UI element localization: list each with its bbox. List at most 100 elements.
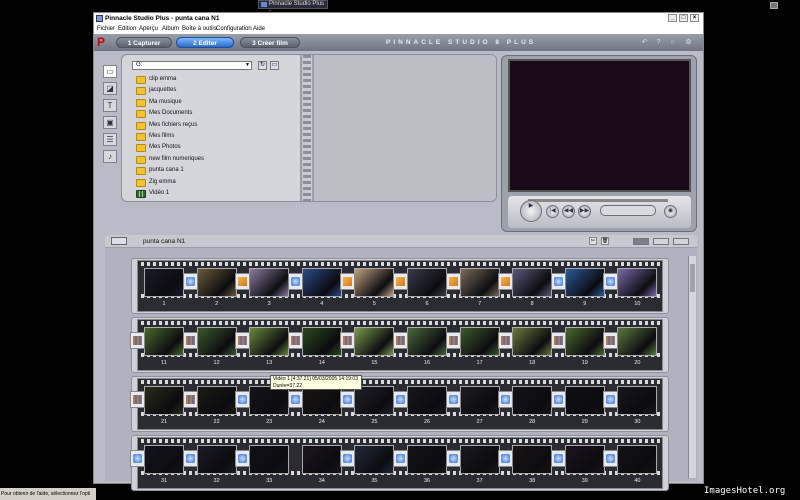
time-counter[interactable] [600,205,656,216]
folder-item[interactable]: punta cana 1 [134,165,294,176]
transition-icon[interactable] [550,391,566,408]
clip-thumbnail[interactable] [354,445,395,474]
clip-thumbnail[interactable] [512,386,553,415]
titles-tab-icon[interactable]: T [103,99,117,112]
transition-icon[interactable] [603,450,619,467]
transition-icon[interactable] [445,332,461,349]
tab-editer[interactable]: 2 Editer [176,37,234,48]
clip-thumbnail[interactable] [196,327,237,356]
undo-icon[interactable]: ↶ [640,38,649,47]
clip-thumbnail[interactable] [459,386,500,415]
minimize-button[interactable]: _ [668,14,677,22]
transition-icon[interactable] [340,450,356,467]
clip-thumbnail[interactable] [512,445,553,474]
transition-icon[interactable] [287,273,303,290]
transition-icon[interactable] [393,391,408,408]
clip-thumbnail[interactable] [564,268,605,297]
clip-thumbnail[interactable] [407,445,447,474]
view-toggle-button[interactable]: ▭ [270,61,279,70]
scrubber-bar[interactable] [528,199,668,202]
clip-thumbnail[interactable] [407,386,447,415]
redo-icon[interactable]: ? [654,38,663,47]
help-icon[interactable]: ○ [668,38,677,47]
transitions-tab-icon[interactable]: ◪ [103,82,117,95]
clip-thumbnail[interactable] [512,268,553,297]
folder-item[interactable]: Mes films [134,131,294,142]
menu-fichier[interactable]: Fichier [97,24,115,34]
clip-thumbnail[interactable] [196,268,237,297]
transition-icon[interactable] [182,332,198,349]
clip-thumbnail[interactable] [459,268,500,297]
storyboard-cell[interactable]: 30 [603,379,664,431]
transition-icon[interactable] [603,332,619,349]
transition-icon[interactable] [393,273,408,290]
settings-icon[interactable]: ⚙ [684,38,693,47]
delete-clip-icon[interactable]: 🗑 [601,237,609,245]
storyboard-cell[interactable]: 20 [603,320,664,372]
clip-thumbnail[interactable] [564,386,605,415]
transition-icon[interactable] [235,391,251,408]
transition-icon[interactable] [498,273,514,290]
tab-capturer[interactable]: 1 Capturer [116,37,172,48]
transition-icon[interactable] [550,273,566,290]
clip-thumbnail[interactable] [617,327,658,356]
forward-button[interactable]: ▶▶ [578,205,591,218]
clip-thumbnail[interactable] [459,327,500,356]
photos-tab-icon[interactable]: ▣ [103,116,117,129]
system-tray-icon[interactable] [770,2,778,9]
close-button[interactable]: × [690,14,699,22]
menu-album[interactable]: Album [162,24,179,34]
folder-item[interactable]: Zig emma [134,177,294,188]
menu-configuration[interactable]: Configuration [216,24,252,34]
transition-icon[interactable] [393,332,408,349]
transition-icon[interactable] [550,332,566,349]
folder-select[interactable]: G: ▼ [132,61,252,70]
folder-item[interactable]: jacquettes [134,85,294,96]
clip-thumbnail[interactable] [249,445,290,474]
video-file-item[interactable]: Vidéo 1 [134,188,294,199]
clip-thumbnail[interactable] [301,327,342,356]
clip-thumbnail[interactable] [196,386,237,415]
storyboard-cell[interactable]: 40 [603,438,664,490]
transition-icon[interactable] [550,450,566,467]
transition-icon[interactable] [498,450,514,467]
transition-icon[interactable] [340,391,356,408]
transition-icon[interactable] [182,391,198,408]
transition-icon[interactable] [130,391,145,408]
transition-icon[interactable] [445,450,461,467]
storyboard-scrollbar[interactable] [688,256,696,478]
timeline-view-button[interactable] [653,238,669,245]
folder-item[interactable]: clip emma [134,74,294,85]
clip-thumbnail[interactable] [144,268,184,297]
transition-icon[interactable] [235,273,251,290]
clip-thumbnail[interactable] [301,268,342,297]
transition-icon[interactable] [182,273,198,290]
storyboard-cell[interactable]: 10 [603,261,664,313]
scrollbar-thumb[interactable] [690,264,695,292]
transition-icon[interactable] [340,273,356,290]
transition-icon[interactable] [340,332,356,349]
transition-icon[interactable] [445,273,461,290]
taskbar-button[interactable]: Pinnacle Studio Plus - [258,0,328,14]
menu-edition[interactable]: Edition [118,24,136,34]
text-view-button[interactable] [673,238,689,245]
go-start-button[interactable]: |◀ [546,205,559,218]
storyboard-cell[interactable]: 33 [235,438,296,490]
transition-icon[interactable] [235,450,251,467]
clip-thumbnail[interactable] [301,386,342,415]
transition-icon[interactable] [287,391,303,408]
transition-icon[interactable] [445,391,461,408]
menu-aide[interactable]: Aide [253,24,265,34]
clip-thumbnail[interactable] [144,445,184,474]
folder-item[interactable]: new film numeriques [134,154,294,165]
maximize-button[interactable]: □ [679,14,688,22]
clip-thumbnail[interactable] [196,445,237,474]
transition-icon[interactable] [182,450,198,467]
transition-icon[interactable] [393,450,408,467]
menu-apercu[interactable]: Aperçu [139,24,158,34]
clip-thumbnail[interactable] [249,327,290,356]
clip-thumbnail[interactable] [354,327,395,356]
clip-thumbnail[interactable] [617,386,658,415]
transition-icon[interactable] [498,332,514,349]
transition-icon[interactable] [603,391,619,408]
